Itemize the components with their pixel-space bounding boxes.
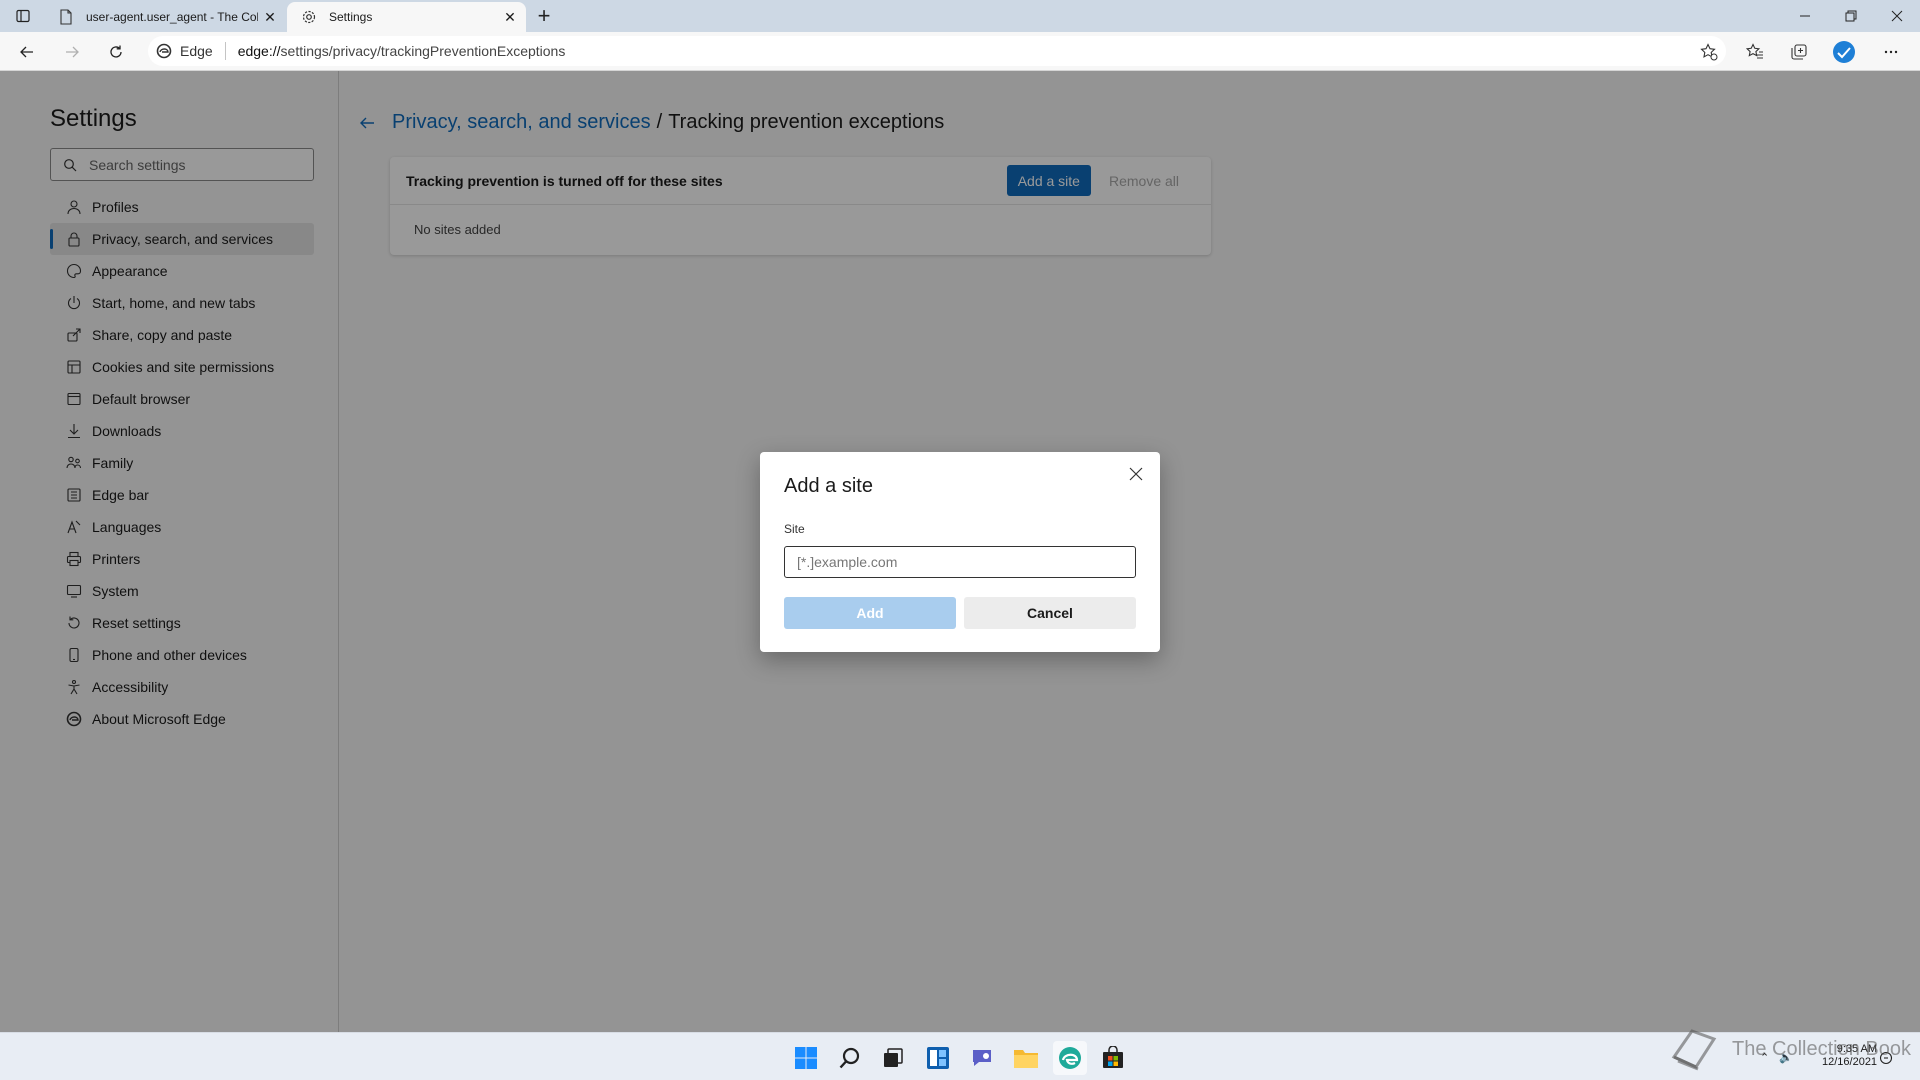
dialog-title: Add a site: [784, 475, 873, 497]
avatar-icon: [1833, 41, 1855, 63]
dialog-close-button[interactable]: [1124, 462, 1148, 486]
tab-title: Settings: [329, 10, 373, 24]
widgets-icon: [927, 1047, 949, 1069]
new-tab-button[interactable]: +: [530, 3, 558, 28]
tab-settings[interactable]: Settings ✕: [287, 2, 526, 32]
address-divider: [224, 42, 226, 60]
site-input[interactable]: [785, 547, 1135, 577]
favorites-icon: [1746, 43, 1763, 59]
profile-button[interactable]: [1829, 37, 1859, 67]
edge-logo-icon: [1059, 1047, 1081, 1069]
tab-strip: user-agent.user_agent - The Col ✕ Settin…: [0, 0, 1920, 32]
refresh-icon: [110, 45, 122, 58]
task-view-icon: [884, 1048, 903, 1067]
page-icon: [58, 9, 74, 25]
address-url: edge://settings/privacy/trackingPreventi…: [238, 43, 566, 59]
edge-badge-label: Edge: [180, 43, 213, 59]
site-field-label: Site: [784, 522, 805, 536]
close-tab-button[interactable]: ✕: [258, 5, 282, 29]
store-icon: [1103, 1046, 1123, 1068]
watermark-text: The Collection Book: [1732, 1037, 1911, 1060]
url-scheme: edge://: [237, 43, 281, 59]
add-button[interactable]: Add: [784, 597, 956, 629]
favorites-button[interactable]: [1740, 37, 1770, 67]
minimize-button[interactable]: [1782, 0, 1828, 32]
book-icon: [1671, 1029, 1717, 1071]
back-button[interactable]: [12, 37, 42, 67]
tab-title: user-agent.user_agent - The Col: [86, 10, 258, 24]
more-dots-icon: [1884, 50, 1898, 54]
search-icon: [839, 1047, 860, 1069]
plus-icon: +: [537, 3, 551, 28]
edge-logo-icon: [156, 43, 172, 59]
tab-actions-menu-button[interactable]: [8, 4, 38, 28]
widgets-button[interactable]: [921, 1041, 955, 1075]
start-button[interactable]: [789, 1041, 823, 1075]
collections-icon: [1791, 44, 1807, 60]
taskbar-search-button[interactable]: [833, 1041, 867, 1075]
minimize-icon: [1800, 15, 1810, 17]
watermark: The Collection Book: [1668, 1027, 1911, 1071]
back-arrow-icon: [20, 46, 33, 58]
close-tab-button[interactable]: ✕: [498, 5, 522, 29]
teams-chat-button[interactable]: [965, 1041, 999, 1075]
restore-icon: [1845, 10, 1857, 22]
close-icon: [1129, 467, 1143, 481]
file-explorer-button[interactable]: [1009, 1041, 1043, 1075]
more-menu-button[interactable]: [1876, 37, 1906, 67]
task-view-button[interactable]: [876, 1041, 910, 1075]
gear-icon: [301, 9, 317, 25]
url-path: settings/privacy/trackingPreventionExcep…: [280, 43, 566, 59]
cancel-button[interactable]: Cancel: [964, 597, 1136, 629]
edge-site-badge[interactable]: Edge: [156, 43, 213, 59]
address-bar[interactable]: Edge edge://settings/privacy/trackingPre…: [148, 36, 1726, 66]
add-site-dialog: Add a site Site Add Cancel: [760, 452, 1160, 652]
forward-button[interactable]: [57, 37, 87, 67]
close-icon: [1891, 10, 1903, 22]
tab-user-agent[interactable]: user-agent.user_agent - The Col ✕: [44, 2, 286, 32]
store-button[interactable]: [1096, 1041, 1130, 1075]
forward-arrow-icon: [66, 46, 79, 58]
edge-taskbar-button[interactable]: [1053, 1041, 1087, 1075]
browser-toolbar: Edge edge://settings/privacy/trackingPre…: [0, 32, 1920, 71]
tab-actions-icon: [16, 9, 30, 23]
windows-logo-icon: [795, 1047, 817, 1069]
add-favorite-button[interactable]: [1694, 37, 1724, 67]
refresh-button[interactable]: [101, 37, 131, 67]
windows-taskbar: ⌃ 🔈 9:35 AM 12/16/2021: [0, 1032, 1920, 1080]
star-add-icon: [1700, 43, 1718, 61]
chat-icon: [973, 1050, 991, 1066]
restore-button[interactable]: [1828, 0, 1874, 32]
site-field[interactable]: [784, 546, 1136, 578]
folder-icon: [1014, 1050, 1038, 1068]
close-window-button[interactable]: [1874, 0, 1920, 32]
collections-button[interactable]: [1784, 37, 1814, 67]
